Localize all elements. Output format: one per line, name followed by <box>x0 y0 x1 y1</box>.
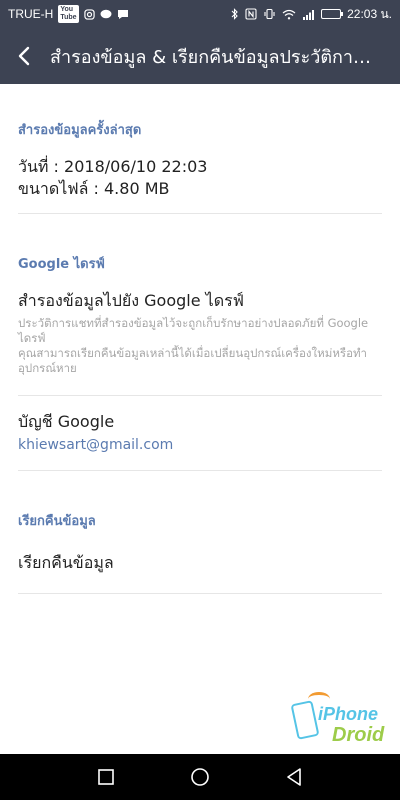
wifi-icon <box>282 9 296 20</box>
page-title: สำรองข้อมูล & เรียกคืนข้อมูลประวัติการแช… <box>50 46 380 68</box>
restore-item-label: เรียกคืนข้อมูล <box>18 553 114 572</box>
battery-icon <box>321 9 344 19</box>
clock: 22:03 น. <box>347 6 392 21</box>
signal-icon <box>302 9 315 20</box>
bluetooth-icon <box>231 8 239 20</box>
last-backup-info: วันที่ : 2018/06/10 22:03 ขนาดไฟล์ : 4.8… <box>18 156 382 200</box>
backup-to-drive-item[interactable]: สำรองข้อมูลไปยัง Google ไดรฟ์ ประวัติการ… <box>18 290 382 376</box>
vibrate-icon <box>263 8 276 20</box>
back-button[interactable] <box>0 28 48 84</box>
section-header-last-backup: สำรองข้อมูลครั้งล่าสุด <box>18 123 142 138</box>
youtube-icon: You Tube <box>58 5 79 23</box>
chevron-left-icon <box>18 46 30 66</box>
app-bar: สำรองข้อมูล & เรียกคืนข้อมูลประวัติการแช… <box>0 28 400 84</box>
carrier-label: TRUE-H <box>8 7 54 21</box>
recents-button[interactable] <box>94 765 118 789</box>
line-app-icon <box>100 9 112 20</box>
google-account-title: บัญชี Google <box>18 412 115 431</box>
backup-to-drive-desc-2: คุณสามารถเรียกคืนข้อมูลเหล่านี้ได้เมื่อเ… <box>18 346 368 375</box>
back-nav-button[interactable] <box>282 765 306 789</box>
square-icon <box>98 769 114 785</box>
section-header-restore: เรียกคืนข้อมูล <box>18 514 96 529</box>
status-right: 22:03 น. <box>231 5 392 24</box>
status-left: TRUE-H You Tube <box>8 5 129 23</box>
watermark-logo: iPhone Droid <box>290 692 400 752</box>
home-button[interactable] <box>188 765 212 789</box>
last-backup-date: วันที่ : 2018/06/10 22:03 <box>18 157 208 176</box>
google-account-item[interactable]: บัญชี Google khiewsart@gmail.com <box>18 411 382 455</box>
divider <box>18 470 382 471</box>
chat-bubble-icon <box>117 9 129 20</box>
triangle-back-icon <box>287 768 301 786</box>
last-backup-size: ขนาดไฟล์ : 4.80 MB <box>18 179 170 198</box>
section-header-google-drive: Google ไดรฟ์ <box>18 257 105 272</box>
watermark-phone-icon <box>290 700 320 740</box>
google-account-email: khiewsart@gmail.com <box>18 437 174 453</box>
divider <box>18 213 382 214</box>
divider <box>18 395 382 396</box>
nfc-icon <box>245 8 257 20</box>
divider <box>18 593 382 594</box>
watermark-text-droid: Droid <box>332 724 385 746</box>
restore-item[interactable]: เรียกคืนข้อมูล <box>18 552 382 574</box>
backup-to-drive-title: สำรองข้อมูลไปยัง Google ไดรฟ์ <box>18 291 245 310</box>
status-bar: TRUE-H You Tube 22:03 น. <box>0 0 400 28</box>
youtube-badge: You Tube <box>58 5 79 23</box>
circle-icon <box>191 768 209 786</box>
backup-to-drive-desc: ประวัติการแชทที่สำรองข้อมูลไว้จะถูกเก็บร… <box>18 316 369 345</box>
watermark-text-iphone: iPhone <box>318 704 379 724</box>
instagram-icon <box>83 8 95 20</box>
navigation-bar <box>0 754 400 800</box>
